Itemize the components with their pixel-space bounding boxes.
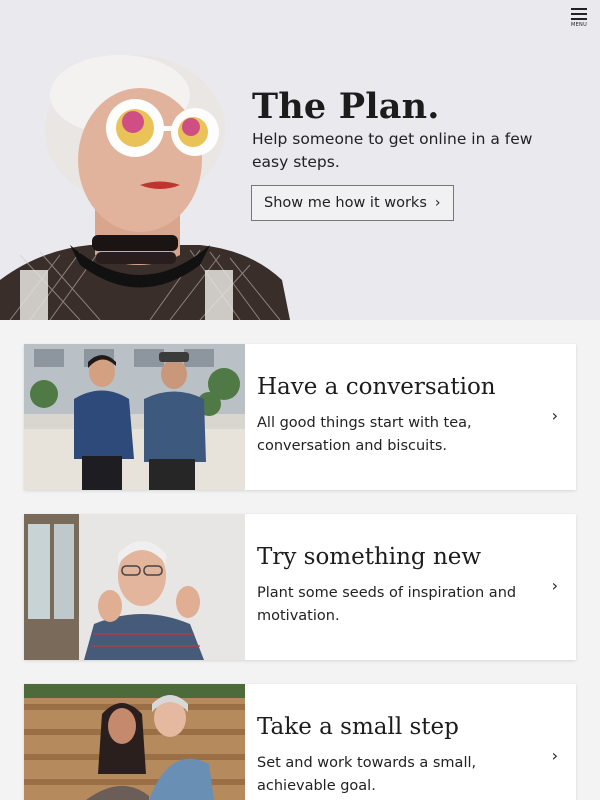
page-title: The Plan. bbox=[252, 86, 440, 127]
card-text: Plant some seeds of inspiration and moti… bbox=[257, 585, 517, 624]
two-women-smiling-photo bbox=[24, 684, 245, 800]
hamburger-icon bbox=[571, 8, 587, 20]
card-text: Set and work towards a small, achievable… bbox=[257, 755, 477, 794]
hero-subtitle: Help someone to get online in a few easy… bbox=[252, 130, 533, 171]
menu-button[interactable]: MENU bbox=[566, 6, 592, 30]
chevron-right-icon: › bbox=[434, 195, 441, 211]
two-men-laughing-photo bbox=[24, 344, 245, 490]
menu-label: MENU bbox=[570, 22, 588, 28]
show-how-it-works-button[interactable]: Show me how it works › bbox=[251, 185, 454, 221]
show-how-it-works-label: Show me how it works bbox=[264, 195, 427, 211]
card-body: Try something new Plant some seeds of in… bbox=[245, 514, 576, 660]
chevron-right-icon: › bbox=[551, 406, 558, 425]
card-title: Try something new bbox=[257, 544, 482, 570]
hero-woman-photo bbox=[0, 40, 290, 320]
old-man-waving-photo bbox=[24, 514, 245, 660]
card-take-a-small-step[interactable]: Take a small step Set and work towards a… bbox=[24, 684, 576, 800]
card-body: Have a conversation All good things star… bbox=[245, 344, 576, 490]
card-text: All good things start with tea, conversa… bbox=[257, 415, 472, 454]
card-body: Take a small step Set and work towards a… bbox=[245, 684, 576, 800]
card-try-something-new[interactable]: Try something new Plant some seeds of in… bbox=[24, 514, 576, 660]
card-title: Have a conversation bbox=[257, 374, 496, 400]
hero-section: MENU The Plan. Help someone to get onlin… bbox=[0, 0, 600, 320]
card-have-a-conversation[interactable]: Have a conversation All good things star… bbox=[24, 344, 576, 490]
chevron-right-icon: › bbox=[551, 576, 558, 595]
chevron-right-icon: › bbox=[551, 746, 558, 765]
card-title: Take a small step bbox=[257, 714, 459, 740]
